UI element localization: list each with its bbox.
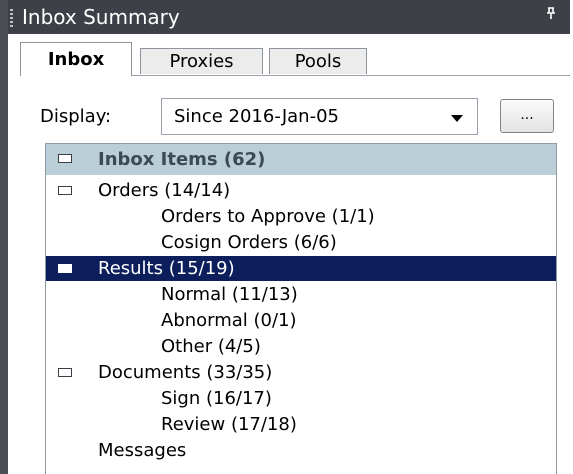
tree-item-label: Other (4/5) [161, 336, 261, 357]
tree-item-label: Messages [98, 440, 187, 461]
tab-inbox[interactable]: Inbox [20, 42, 132, 76]
tree-item-messages[interactable]: Messages [46, 438, 556, 463]
collapse-icon[interactable] [58, 368, 72, 377]
tree-item-label: Abnormal (0/1) [161, 310, 297, 331]
panel-titlebar[interactable]: Inbox Summary [0, 0, 573, 34]
tree-item-other[interactable]: Other (4/5) [46, 334, 556, 359]
panel-title: Inbox Summary [22, 5, 180, 29]
tree-item-orders-to-approve[interactable]: Orders to Approve (1/1) [46, 204, 556, 229]
more-options-button[interactable]: ... [500, 99, 554, 133]
display-dropdown[interactable]: Since 2016-Jan-05 [161, 98, 478, 135]
tree-item-label: Results (15/19) [98, 258, 235, 279]
tree-item-results[interactable]: Results (15/19) [46, 256, 556, 281]
drag-grip-icon[interactable] [10, 9, 13, 27]
tab-proxies[interactable]: Proxies [140, 48, 263, 74]
collapse-icon[interactable] [58, 264, 72, 273]
tree-item-label: Orders (14/14) [98, 180, 231, 201]
collapse-icon[interactable] [58, 154, 72, 163]
tree-item-review[interactable]: Review (17/18) [46, 412, 556, 437]
tree-item-cosign-orders[interactable]: Cosign Orders (6/6) [46, 230, 556, 255]
tree-item-label: Sign (16/17) [161, 388, 272, 409]
chevron-down-icon [451, 115, 463, 122]
tab-pools[interactable]: Pools [269, 48, 367, 74]
panel-left-border [0, 0, 8, 474]
display-label: Display: [40, 106, 112, 127]
tree-item-label: Documents (33/35) [98, 362, 273, 383]
tree-item-label: Orders to Approve (1/1) [161, 206, 375, 227]
tree-item-sign[interactable]: Sign (16/17) [46, 386, 556, 411]
tree-item-orders[interactable]: Orders (14/14) [46, 178, 556, 203]
tree-item-abnormal[interactable]: Abnormal (0/1) [46, 308, 556, 333]
tree-item-label: Review (17/18) [161, 414, 297, 435]
inbox-summary-panel: Inbox Summary Inbox Proxies Pools Displa… [0, 0, 573, 474]
tree-item-label: Normal (11/13) [161, 284, 298, 305]
pin-icon[interactable] [544, 6, 558, 24]
display-dropdown-value: Since 2016-Jan-05 [174, 106, 339, 127]
tree-item-normal[interactable]: Normal (11/13) [46, 282, 556, 307]
tree-header-inbox-items[interactable]: Inbox Items (62) [46, 144, 556, 175]
tree-item-label: Cosign Orders (6/6) [161, 232, 337, 253]
tree-header-label: Inbox Items (62) [98, 149, 266, 170]
pin-icon-glyph [547, 7, 555, 19]
collapse-icon[interactable] [58, 186, 72, 195]
inbox-tree: Inbox Items (62) Orders (14/14) Orders t… [45, 143, 557, 474]
tree-item-documents[interactable]: Documents (33/35) [46, 360, 556, 385]
